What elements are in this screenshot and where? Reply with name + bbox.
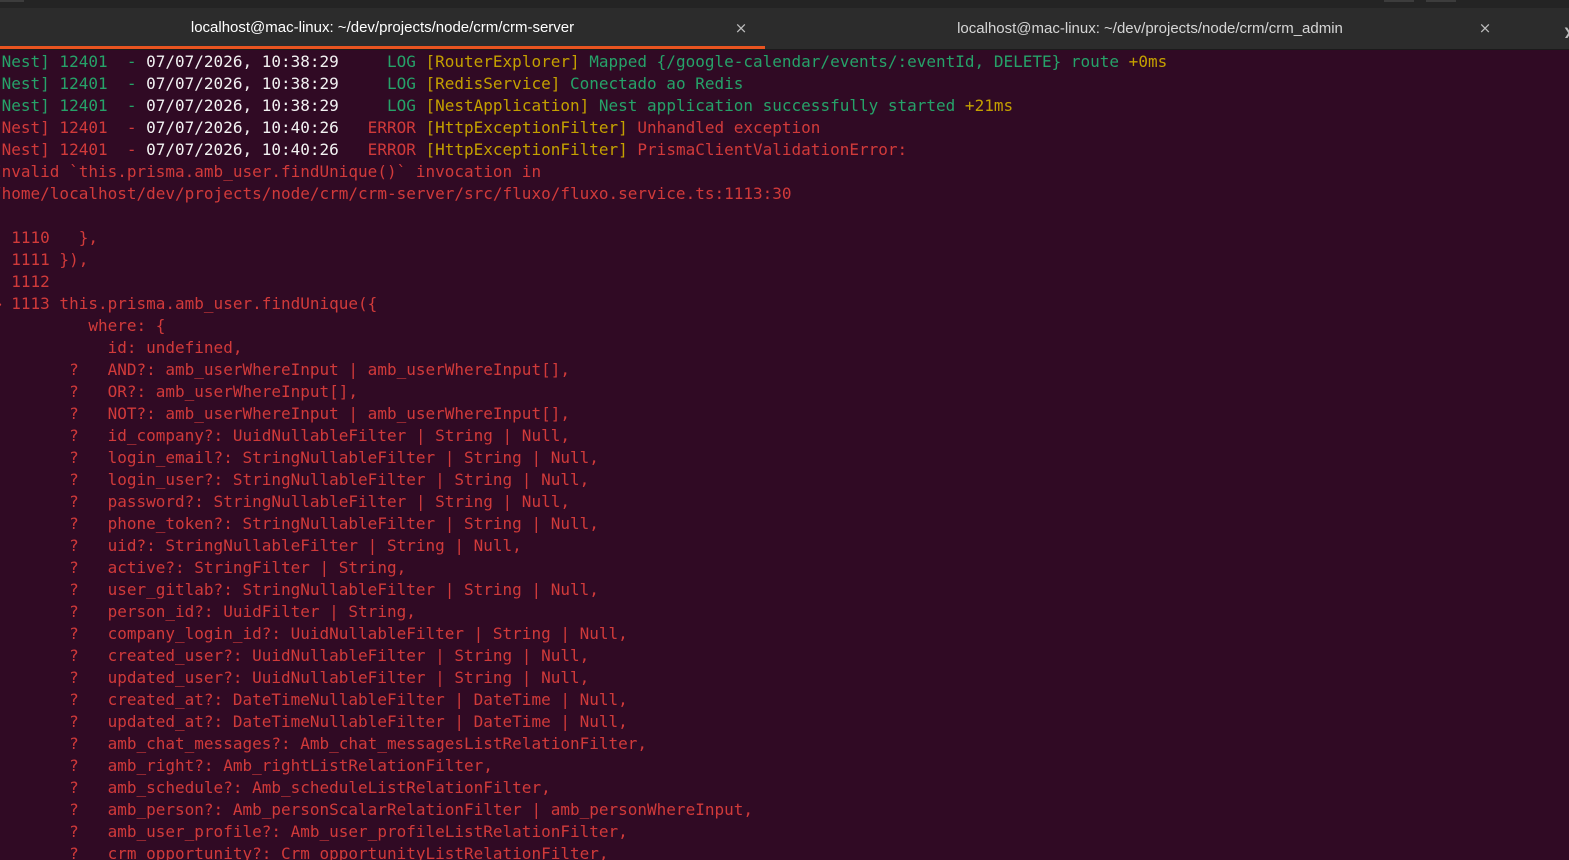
error-trace-line: ? amb_chat_messages?: Amb_chat_messagesL… bbox=[0, 734, 648, 753]
log-context: [NestApplication] bbox=[425, 96, 590, 115]
log-message: PrismaClientValidationError: bbox=[627, 140, 908, 159]
log-context: [RedisService] bbox=[425, 74, 561, 93]
error-trace-line: /home/localhost/dev/projects/node/crm/cr… bbox=[0, 184, 792, 203]
error-trace-line: ? password?: StringNullableFilter | Stri… bbox=[0, 492, 570, 511]
log-suffix: +0ms bbox=[1119, 52, 1168, 71]
close-icon[interactable]: × bbox=[731, 18, 751, 38]
error-trace-line: ? updated_user?: UuidNullableFilter | St… bbox=[0, 668, 590, 687]
log-line: [Nest] 12401 - 07/07/2026, 10:38:29 LOG … bbox=[0, 95, 1013, 117]
log-line: [Nest] 12401 - 07/07/2026, 10:38:29 LOG … bbox=[0, 51, 1167, 73]
window-edge-left bbox=[0, 0, 24, 2]
error-trace-line: ? crm_opportunity?: Crm_opportunityListR… bbox=[0, 844, 609, 860]
error-trace-line: ? created_at?: DateTimeNullableFilter | … bbox=[0, 690, 628, 709]
log-level: ERROR bbox=[338, 118, 426, 137]
error-trace-line: ? person_id?: UuidFilter | String, bbox=[0, 602, 416, 621]
window-edge-right bbox=[1426, 0, 1456, 2]
error-trace-line: 1111 }), bbox=[0, 250, 89, 269]
log-message: Unhandled exception bbox=[627, 118, 821, 137]
error-trace-line: → 1113 this.prisma.amb_user.findUnique({ bbox=[0, 294, 378, 313]
log-prefix: [Nest] 12401 - bbox=[0, 140, 147, 159]
error-trace-line: ? amb_person?: Amb_personScalarRelationF… bbox=[0, 800, 753, 819]
log-message: Nest application successfully started bbox=[589, 96, 956, 115]
log-level: ERROR bbox=[338, 140, 426, 159]
error-trace-line: ? phone_token?: StringNullableFilter | S… bbox=[0, 514, 599, 533]
log-time: 07/07/2026, 10:40:26 bbox=[146, 140, 339, 159]
log-prefix: [Nest] 12401 - bbox=[0, 52, 147, 71]
error-trace-line: ? id_company?: UuidNullableFilter | Stri… bbox=[0, 426, 570, 445]
log-suffix: +21ms bbox=[955, 96, 1014, 115]
error-trace-line: ? amb_right?: Amb_rightListRelationFilte… bbox=[0, 756, 493, 775]
error-trace-line: ? user_gitlab?: StringNullableFilter | S… bbox=[0, 580, 599, 599]
error-trace-line: 1112 bbox=[11, 272, 50, 291]
error-trace-line: ? uid?: StringNullableFilter | String | … bbox=[0, 536, 522, 555]
log-prefix: [Nest] 12401 - bbox=[0, 118, 147, 137]
error-trace-line: ? login_email?: StringNullableFilter | S… bbox=[0, 448, 599, 467]
log-context: [RouterExplorer] bbox=[425, 52, 580, 71]
log-prefix: [Nest] 12401 - bbox=[0, 96, 147, 115]
log-time: 07/07/2026, 10:38:29 bbox=[146, 74, 339, 93]
tab-title: localhost@mac-linux: ~/dev/projects/node… bbox=[190, 18, 575, 36]
error-trace-line: ? active?: StringFilter | String, bbox=[0, 558, 407, 577]
log-context: [HttpExceptionFilter] bbox=[425, 140, 628, 159]
error-trace-line: ? login_user?: StringNullableFilter | St… bbox=[0, 470, 590, 489]
error-trace-line: ? created_user?: UuidNullableFilter | St… bbox=[0, 646, 590, 665]
log-level: LOG bbox=[338, 96, 426, 115]
error-trace-line: ? amb_user_profile?: Amb_user_profileLis… bbox=[0, 822, 628, 841]
log-prefix: [Nest] 12401 - bbox=[0, 74, 147, 93]
terminal-tab-bar: localhost@mac-linux: ~/dev/projects/node… bbox=[0, 8, 1569, 50]
error-trace-line: ? company_login_id?: UuidNullableFilter … bbox=[0, 624, 628, 643]
log-level: LOG bbox=[338, 52, 426, 71]
log-message: Conectado ao Redis bbox=[560, 74, 744, 93]
error-trace-line: Invalid `this.prisma.amb_user.findUnique… bbox=[0, 162, 542, 181]
terminal-output[interactable]: [Nest] 12401 - 07/07/2026, 10:38:29 LOG … bbox=[0, 51, 1569, 860]
error-trace-line: ? NOT?: amb_userWhereInput | amb_userWhe… bbox=[0, 404, 570, 423]
close-icon[interactable]: × bbox=[1475, 18, 1495, 38]
error-trace-line: ? OR?: amb_userWhereInput[], bbox=[0, 382, 359, 401]
log-line: [Nest] 12401 - 07/07/2026, 10:40:26 ERRO… bbox=[0, 117, 820, 139]
tab-crm-server[interactable]: localhost@mac-linux: ~/dev/projects/node… bbox=[0, 8, 765, 49]
chevron-right-icon[interactable]: ❯ bbox=[1563, 26, 1569, 38]
error-trace-line: ? updated_at?: DateTimeNullableFilter | … bbox=[0, 712, 628, 731]
error-trace-line: 1110 }, bbox=[0, 228, 98, 247]
window-top-strip bbox=[0, 0, 1569, 8]
log-line: [Nest] 12401 - 07/07/2026, 10:38:29 LOG … bbox=[0, 73, 743, 95]
error-trace-line: where: { bbox=[0, 316, 166, 335]
log-line: [Nest] 12401 - 07/07/2026, 10:40:26 ERRO… bbox=[0, 139, 907, 161]
log-level: LOG bbox=[338, 74, 426, 93]
tab-title: localhost@mac-linux: ~/dev/projects/node… bbox=[957, 20, 1343, 37]
log-time: 07/07/2026, 10:38:29 bbox=[146, 52, 339, 71]
log-context: [HttpExceptionFilter] bbox=[425, 118, 628, 137]
error-trace-line: ? amb_schedule?: Amb_scheduleListRelatio… bbox=[0, 778, 551, 797]
log-message: Mapped {/google-calendar/events/:eventId… bbox=[579, 52, 1120, 71]
error-trace-line: id: undefined, bbox=[0, 338, 243, 357]
error-trace-line: ? AND?: amb_userWhereInput | amb_userWhe… bbox=[0, 360, 570, 379]
window-edge-mid bbox=[1384, 0, 1414, 2]
log-time: 07/07/2026, 10:38:29 bbox=[146, 96, 339, 115]
tab-crm-admin[interactable]: localhost@mac-linux: ~/dev/projects/node… bbox=[765, 8, 1535, 49]
log-time: 07/07/2026, 10:40:26 bbox=[146, 118, 339, 137]
